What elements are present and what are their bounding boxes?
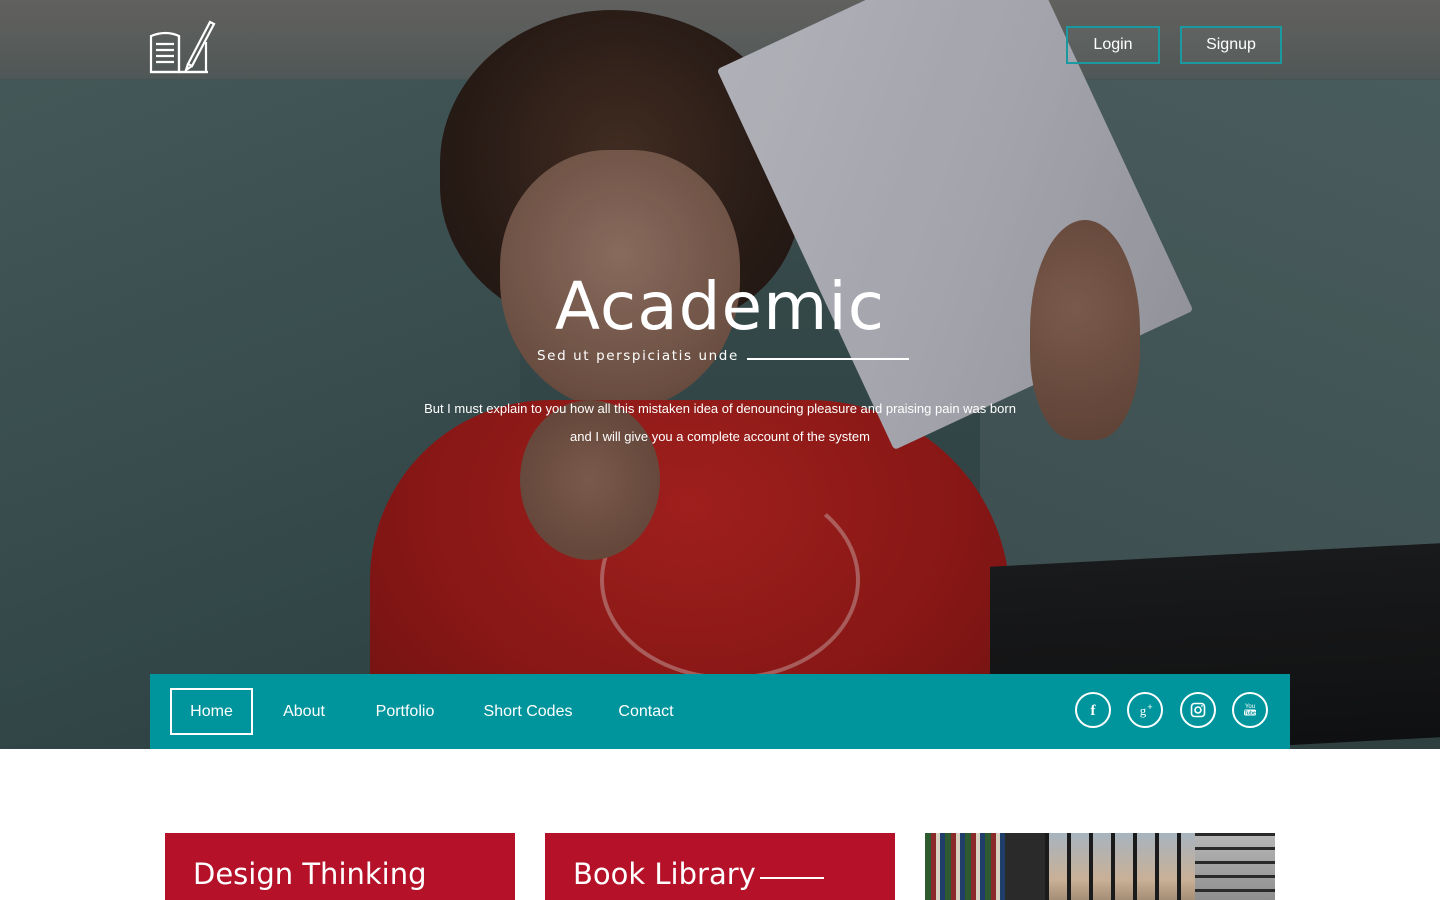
nav-item-short-codes[interactable]: Short Codes [472, 688, 584, 735]
nav-item-portfolio[interactable]: Portfolio [362, 688, 448, 735]
svg-text:Tube: Tube [1244, 711, 1256, 717]
bookshelf-middle [1045, 833, 1195, 900]
nav-item-about[interactable]: About [270, 688, 338, 735]
card-title: Design Thinking [193, 857, 427, 891]
book-pencil-icon[interactable] [148, 12, 216, 76]
bookshelf-left [925, 833, 1005, 900]
instagram-icon[interactable] [1180, 692, 1216, 728]
svg-text:f: f [1091, 703, 1097, 719]
library-shelves-image[interactable] [925, 833, 1275, 900]
hero-overlay [0, 0, 1440, 749]
svg-text:g: g [1140, 703, 1147, 718]
google-plus-icon[interactable]: g + [1127, 692, 1163, 728]
hero-description: But I must explain to you how all this m… [424, 401, 1016, 444]
signup-button[interactable]: Signup [1180, 26, 1282, 64]
hero-subtitle: Sed ut perspiciatis unde [537, 348, 739, 364]
login-button[interactable]: Login [1066, 26, 1160, 64]
bookshelf-right [1195, 833, 1275, 900]
svg-text:+: + [1147, 702, 1152, 712]
card-design-thinking[interactable]: Design Thinking [165, 833, 515, 900]
hero-section: Login Signup Academic Sed ut perspiciati… [0, 0, 1440, 749]
shelf-frame [1005, 833, 1045, 900]
card-title: Book Library [573, 857, 756, 891]
card-title-divider [760, 877, 824, 879]
svg-text:You: You [1245, 704, 1255, 710]
youtube-icon[interactable]: You Tube [1232, 692, 1268, 728]
facebook-icon[interactable]: f [1075, 692, 1111, 728]
hero-subtitle-divider [746, 358, 909, 360]
hero-title: Academic [554, 268, 886, 345]
nav-item-home[interactable]: Home [170, 688, 253, 735]
card-book-library[interactable]: Book Library [545, 833, 895, 900]
main-navigation: Home About Portfolio Short Codes Contact… [150, 674, 1290, 749]
nav-item-contact[interactable]: Contact [608, 688, 684, 735]
hero-subtitle-row: Sed ut perspiciatis unde [537, 348, 909, 364]
